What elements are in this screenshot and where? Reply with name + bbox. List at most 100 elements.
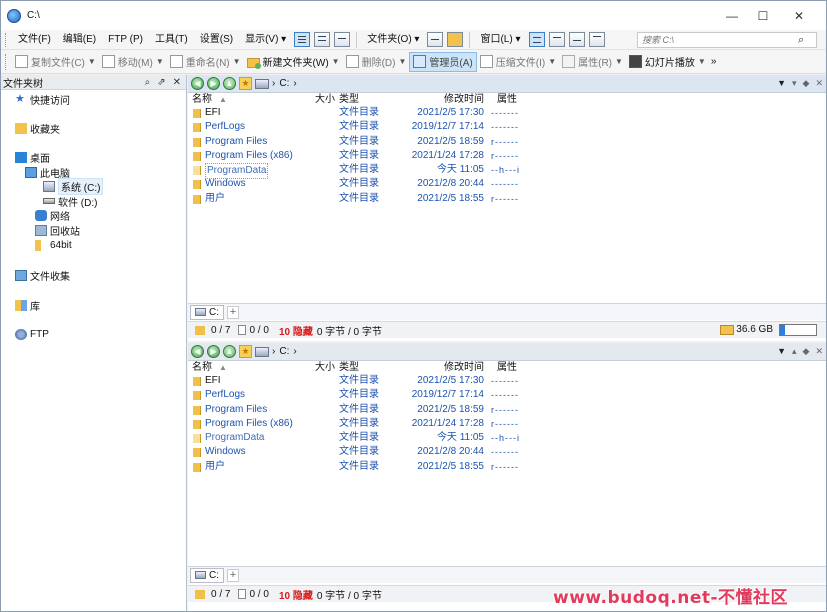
menu-view[interactable]: 显示(V) ▾ <box>239 31 292 49</box>
compress-button[interactable]: 压缩文件(I) ▼ <box>477 52 559 72</box>
close-button[interactable]: ✕ <box>780 1 818 30</box>
forward-icon[interactable]: ▶ <box>207 345 220 358</box>
table-row[interactable]: Windows 文件目录 2021/2/8 20:44 ------- <box>188 445 826 459</box>
column-type[interactable]: 类型 <box>339 93 359 106</box>
chevron-down-icon[interactable]: ▼ <box>698 57 706 66</box>
column-size[interactable]: 大小 <box>315 361 335 374</box>
rename-button[interactable]: 重命名(N) ▼ <box>167 52 244 72</box>
tree-item-ftp[interactable]: FTP <box>15 327 49 341</box>
toolbar-grip[interactable] <box>5 53 8 70</box>
folder-option-b-button[interactable] <box>447 32 464 47</box>
table-row[interactable]: Program Files 文件目录 2021/2/5 18:59 r------ <box>188 135 826 149</box>
table-row[interactable]: Program Files (x86) 文件目录 2021/1/24 17:28 r-… <box>188 149 826 163</box>
search-icon[interactable]: ⌕ <box>145 77 151 88</box>
admin-button[interactable]: 管理员(A) <box>409 51 477 72</box>
menu-tools[interactable]: 工具(T) <box>149 31 194 49</box>
delete-button[interactable]: 删除(D) ▼ <box>343 52 410 72</box>
folder-option-a-button[interactable] <box>427 32 444 47</box>
table-row[interactable]: EFI 文件目录 2021/2/5 17:30 ------- <box>188 106 826 120</box>
properties-button[interactable]: 属性(R) ▼ <box>559 52 626 72</box>
table-row[interactable]: Windows 文件目录 2021/2/8 20:44 ------- <box>188 177 826 191</box>
column-modified[interactable]: 修改时间 <box>444 93 484 106</box>
tree-item-file-collection[interactable]: 文件收集 <box>15 268 70 283</box>
menu-edit[interactable]: 编辑(E) <box>57 31 102 49</box>
menu-ftp[interactable]: FTP (P) <box>102 31 149 49</box>
slideshow-button[interactable]: 幻灯片播放 ▼ <box>626 52 709 72</box>
status-hidden[interactable]: 10 隐藏 <box>279 587 313 602</box>
move-button[interactable]: 移动(M) ▼ <box>99 52 167 72</box>
tree-item-favorites[interactable]: 收藏夹 <box>15 121 60 136</box>
toolbar-overflow-icon[interactable]: » <box>711 56 717 67</box>
add-tab-button[interactable]: + <box>227 305 239 319</box>
menu-window[interactable]: 窗口(L) ▾ <box>474 31 526 49</box>
menu-settings[interactable]: 设置(S) <box>194 31 239 49</box>
favorite-star-icon[interactable]: ★ <box>239 77 252 90</box>
table-row[interactable]: Program Files 文件目录 2021/2/5 18:59 r------ <box>188 403 826 417</box>
table-row[interactable]: EFI 文件目录 2021/2/5 17:30 ------- <box>188 374 826 388</box>
status-hidden[interactable]: 10 隐藏 <box>279 323 313 338</box>
menu-grip[interactable] <box>5 32 8 47</box>
layout-single-button[interactable] <box>528 32 545 47</box>
new-folder-button[interactable]: 新建文件夹(W) ▼ <box>244 52 343 72</box>
tree-item-drive-d[interactable]: 软件 (D:) <box>43 194 97 209</box>
chevron-down-icon[interactable]: ▼ <box>332 57 340 66</box>
layout-vertical-button[interactable] <box>568 32 585 47</box>
menu-file[interactable]: 文件(F) <box>12 31 57 49</box>
column-size[interactable]: 大小 <box>315 93 335 106</box>
table-row[interactable]: PerfLogs 文件目录 2019/12/7 17:14 ------- <box>188 120 826 134</box>
back-icon[interactable]: ◀ <box>191 77 204 90</box>
up-icon[interactable]: ▲ <box>223 77 236 90</box>
view-details-button[interactable] <box>294 32 311 47</box>
search-icon[interactable]: ⌕ <box>798 34 804 47</box>
column-attributes[interactable]: 属性 <box>497 93 517 106</box>
copy-button[interactable]: 复制文件(C) ▼ <box>12 52 99 72</box>
table-row[interactable]: ProgramData 文件目录 今天 11:05 --h---i <box>188 431 826 445</box>
tree-item-drive-c[interactable]: 系统 (C:) <box>43 177 104 195</box>
table-row[interactable]: PerfLogs 文件目录 2019/12/7 17:14 ------- <box>188 388 826 402</box>
maximize-button[interactable]: ☐ <box>744 1 782 30</box>
menu-folder[interactable]: 文件夹(O) ▾ <box>361 31 425 49</box>
address-dropdown-icon[interactable]: ▼ <box>777 78 786 89</box>
chevron-down-icon[interactable]: ▼ <box>233 57 241 66</box>
view-list-button[interactable] <box>314 32 331 47</box>
breadcrumb-path[interactable]: C: <box>279 346 289 357</box>
breadcrumb-path[interactable]: C: <box>279 78 289 89</box>
tab-drive-c[interactable]: C: <box>190 304 224 320</box>
column-modified[interactable]: 修改时间 <box>444 361 484 374</box>
table-row[interactable]: ProgramData 文件目录 今天 11:05 --h---i <box>188 163 826 180</box>
forward-icon[interactable]: ▶ <box>207 77 220 90</box>
tree-item-quick-access[interactable]: ★ 快捷访问 <box>15 92 70 107</box>
pane-close-icon[interactable]: ✕ <box>815 346 823 357</box>
back-icon[interactable]: ◀ <box>191 345 204 358</box>
pane-maximize-icon[interactable]: ◆ <box>803 346 810 357</box>
table-row[interactable]: Program Files (x86) 文件目录 2021/1/24 17:28 r-… <box>188 417 826 431</box>
pane-swap-icon[interactable]: ▴ <box>792 346 797 357</box>
view-thumbnail-button[interactable] <box>334 32 351 47</box>
chevron-down-icon[interactable]: ▼ <box>548 57 556 66</box>
chevron-down-icon[interactable]: ▼ <box>88 57 96 66</box>
search-box[interactable]: ⌕ <box>637 32 817 48</box>
tab-drive-c[interactable]: C: <box>190 567 224 583</box>
column-name[interactable]: 名称 <box>192 361 212 374</box>
tree-item-recycle-bin[interactable]: 回收站 <box>35 223 80 238</box>
layout-horizontal-button[interactable] <box>548 32 565 47</box>
add-tab-button[interactable]: + <box>227 568 239 582</box>
tree-item-library[interactable]: 库 <box>15 298 40 313</box>
column-name[interactable]: 名称 <box>192 93 212 106</box>
chevron-down-icon[interactable]: ▼ <box>615 57 623 66</box>
up-icon[interactable]: ▲ <box>223 345 236 358</box>
search-input[interactable] <box>638 35 798 45</box>
favorite-star-icon[interactable]: ★ <box>239 345 252 358</box>
pin-icon[interactable]: ⇗ <box>157 77 165 88</box>
pane-swap-icon[interactable]: ▾ <box>792 78 797 89</box>
tree-item-desktop[interactable]: 桌面 <box>15 150 50 165</box>
table-row[interactable]: 用户 文件目录 2021/2/5 18:55 r------ <box>188 192 826 206</box>
table-row[interactable]: 用户 文件目录 2021/2/5 18:55 r------ <box>188 460 826 474</box>
tree-item-network[interactable]: 网络 <box>35 208 70 223</box>
tree-item-64bit[interactable]: 64bit <box>35 238 72 252</box>
chevron-down-icon[interactable]: ▼ <box>156 57 164 66</box>
pane-close-icon[interactable]: ✕ <box>815 78 823 89</box>
column-attributes[interactable]: 属性 <box>497 361 517 374</box>
chevron-down-icon[interactable]: ▼ <box>398 57 406 66</box>
layout-tree-button[interactable] <box>588 32 605 47</box>
